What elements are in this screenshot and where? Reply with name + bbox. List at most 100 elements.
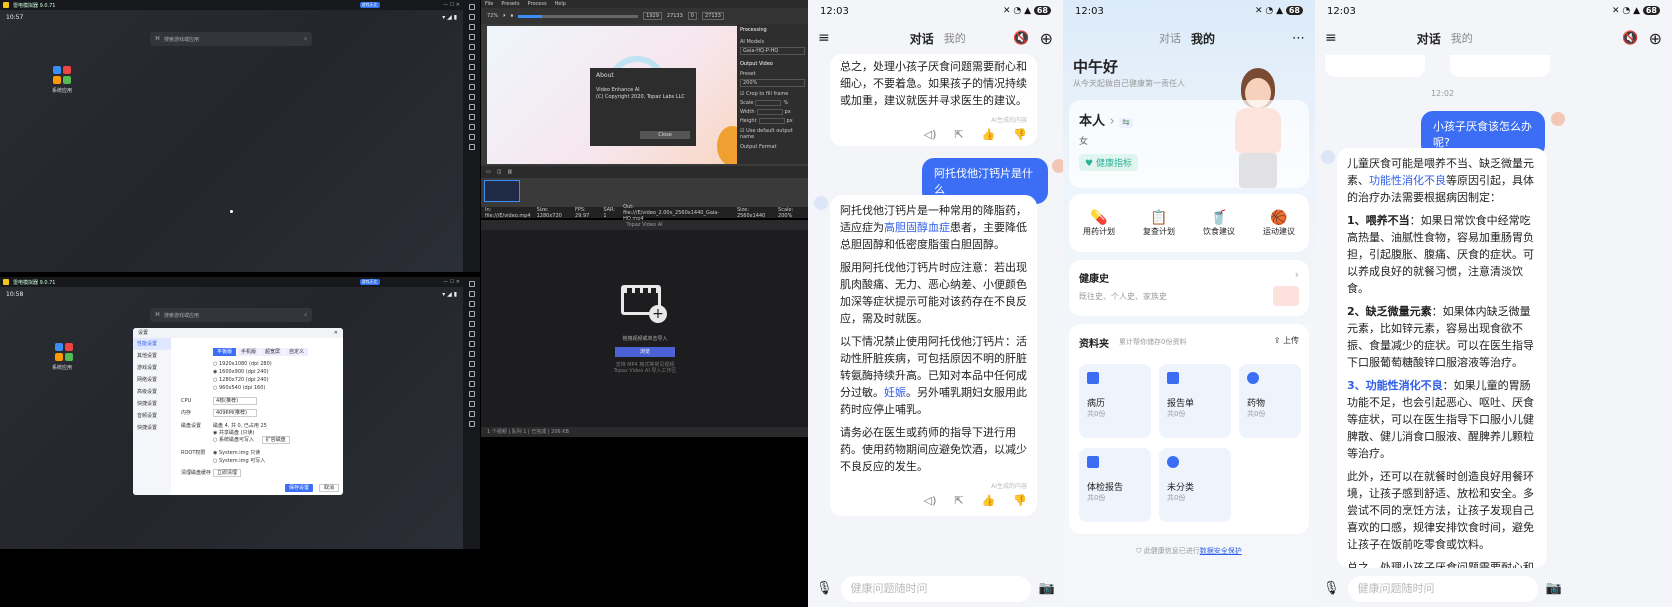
tab-mine[interactable]: 我的 xyxy=(1191,30,1215,47)
trash-icon[interactable]: ▥ xyxy=(507,169,512,175)
cancel-button[interactable]: 取消 xyxy=(319,484,340,492)
speaker-icon[interactable]: ◁) xyxy=(924,494,937,507)
switch-icon[interactable]: ⇆ xyxy=(1119,118,1133,128)
mute-icon[interactable]: 🔇 xyxy=(1013,31,1029,46)
health-history-card[interactable]: 健康史 既往史、个人史、家族史 › xyxy=(1069,260,1309,316)
share-icon[interactable]: ⇱ xyxy=(954,128,963,141)
speaker-icon[interactable]: ◁) xyxy=(924,128,937,141)
tab-mine[interactable]: 我的 xyxy=(944,30,966,46)
height-input[interactable] xyxy=(758,118,785,124)
tab-chat[interactable]: 对话 xyxy=(1417,30,1441,47)
film-icon[interactable]: ▭ xyxy=(486,169,491,175)
settings-nav-item[interactable]: 快捷设置 xyxy=(133,398,171,410)
disk-option[interactable]: ○ 系统磁盘可写入 扩容磁盘 xyxy=(213,436,290,444)
about-close-button[interactable]: Close xyxy=(640,131,690,139)
save-button[interactable]: 保存设置 xyxy=(285,484,314,492)
tab-wide[interactable]: 超宽屏 xyxy=(261,348,285,356)
action-diet-advice[interactable]: 🥤 饮食建议 xyxy=(1203,210,1235,237)
share-icon[interactable]: ⇱ xyxy=(954,494,963,507)
like-icon[interactable]: 👍 xyxy=(982,128,996,141)
microphone-icon[interactable]: 🎙 xyxy=(1323,581,1340,596)
model-select[interactable]: Gaia-HQ-P-HQ xyxy=(740,47,805,55)
search-icon[interactable]: ⌕ xyxy=(304,312,307,318)
preset-select[interactable]: 200% xyxy=(740,79,805,87)
tab-mine[interactable]: 我的 xyxy=(1451,30,1473,46)
window-controls[interactable]: — ☐ ✕ xyxy=(443,2,460,8)
resolution-option[interactable]: ◉ 1600x900 (dpi 240) xyxy=(213,368,272,376)
term-link[interactable]: 妊娠 xyxy=(884,386,906,399)
menu-item[interactable]: File xyxy=(485,1,493,7)
settings-nav-item[interactable]: 游戏设置 xyxy=(133,362,171,374)
menu-icon[interactable]: ≡ xyxy=(1325,30,1337,46)
stop-icon[interactable]: ⏹ xyxy=(511,13,514,19)
camera-icon[interactable]: 📷 xyxy=(1039,581,1055,596)
chat-input[interactable]: 健康问题随时问 xyxy=(1347,575,1538,602)
folder-tile[interactable]: 报告单 共0份 xyxy=(1159,364,1231,438)
add-video-icon[interactable]: + xyxy=(621,285,669,325)
camera-icon[interactable]: ◫ xyxy=(497,169,502,175)
emulator-sidebar-1[interactable] xyxy=(463,0,480,272)
time-a[interactable]: 0 xyxy=(687,12,697,20)
emulator-sidebar-2[interactable] xyxy=(463,277,480,549)
folder-tile[interactable]: 体检报告 共0份 xyxy=(1079,448,1151,522)
time-start[interactable]: 1929 xyxy=(643,12,662,20)
browse-button[interactable]: 浏览 xyxy=(615,347,675,357)
settings-nav-item[interactable]: 快捷设置 xyxy=(133,422,171,434)
folder-tile[interactable]: 病历 共0份 xyxy=(1079,364,1151,438)
width-input[interactable] xyxy=(756,109,783,115)
camera-icon[interactable]: 📷 xyxy=(1546,581,1562,596)
folder-tile[interactable]: 未分类 共0份 xyxy=(1159,448,1231,522)
resolution-option[interactable]: ○ 1920x1080 (dpi 280) xyxy=(213,360,272,368)
menu-icon[interactable]: ≡ xyxy=(818,30,830,46)
search-icon[interactable]: ⌕ xyxy=(304,36,307,42)
crop-checkbox[interactable]: ☑ Crop to fill frame xyxy=(740,91,805,97)
upload-button[interactable]: ⇪ 上传 xyxy=(1274,335,1299,346)
resolution-option[interactable]: ○ 1280x720 (dpi 240) xyxy=(213,376,272,384)
health-badge[interactable]: ♥ 健康指标 xyxy=(1079,154,1138,171)
more-icon[interactable]: ⋯ xyxy=(1292,31,1305,46)
action-review-plan[interactable]: 📋 复查计划 xyxy=(1143,210,1175,237)
default-output-checkbox[interactable]: ☑ Use default output name xyxy=(740,128,805,140)
term-link[interactable]: 3、功能性消化不良 xyxy=(1347,379,1443,392)
term-link[interactable]: 功能性消化不良 xyxy=(1369,174,1446,187)
settings-nav-item[interactable]: 音频设置 xyxy=(133,410,171,422)
tab-phone[interactable]: 手机版 xyxy=(237,348,261,356)
search-bar[interactable]: ⌘ 搜索游戏或应用 ⌕ xyxy=(150,32,312,46)
menu-item[interactable]: Process xyxy=(528,1,547,7)
search-bar[interactable]: ⌘ 搜索游戏或应用 ⌕ xyxy=(150,308,312,322)
add-icon[interactable]: ⊕ xyxy=(1040,29,1053,48)
like-icon[interactable]: 👍 xyxy=(982,494,996,507)
action-exercise-advice[interactable]: 🏀 运动建议 xyxy=(1263,210,1295,237)
microphone-icon[interactable]: 🎙 xyxy=(816,581,833,596)
menu-item[interactable]: Help xyxy=(555,1,566,7)
settings-nav-item[interactable]: 网络设置 xyxy=(133,374,171,386)
mute-icon[interactable]: 🔇 xyxy=(1622,31,1638,46)
disk-option[interactable]: ◉ 共享磁盘 (只读) xyxy=(213,430,254,436)
dislike-icon[interactable]: 👎 xyxy=(1013,128,1027,141)
settings-nav-item[interactable]: 高级设置 xyxy=(133,386,171,398)
clip-thumbnail[interactable] xyxy=(484,180,520,202)
expand-disk-button[interactable]: 扩容磁盘 xyxy=(261,436,290,444)
folder-tile[interactable]: 药物 共0份 xyxy=(1239,364,1301,438)
clear-cache-button[interactable]: 立即清理 xyxy=(213,469,242,477)
menu-item[interactable]: Presets xyxy=(501,1,519,7)
window-controls[interactable]: — ☐ ✕ xyxy=(443,279,460,285)
app-folder[interactable] xyxy=(55,343,75,361)
play-icon[interactable]: ⏵ xyxy=(503,13,506,19)
dislike-icon[interactable]: 👎 xyxy=(1013,494,1027,507)
app-folder[interactable] xyxy=(52,66,72,84)
add-icon[interactable]: ⊕ xyxy=(1649,29,1662,48)
user-card[interactable]: 本人 › ⇆ 女 ♥ 健康指标 xyxy=(1069,100,1309,188)
security-link[interactable]: 数据安全保护 xyxy=(1200,547,1242,555)
chat-input[interactable]: 健康问题随时问 xyxy=(840,575,1031,602)
time-b[interactable]: 27133 xyxy=(701,12,724,20)
memory-select[interactable]: 4096M(推荐) xyxy=(213,409,257,417)
tab-chat[interactable]: 对话 xyxy=(1159,30,1181,46)
tab-custom[interactable]: 自定义 xyxy=(285,348,309,356)
tab-tablet[interactable]: 平板版 xyxy=(213,348,237,356)
cpu-select[interactable]: 4核(推荐) xyxy=(213,397,257,405)
close-icon[interactable]: ✕ xyxy=(334,330,338,336)
settings-nav-item[interactable]: 其他设置 xyxy=(133,350,171,362)
settings-nav-item[interactable]: 性能设置 xyxy=(133,338,171,350)
resolution-option[interactable]: ○ 960x540 (dpi 160) xyxy=(213,384,272,392)
